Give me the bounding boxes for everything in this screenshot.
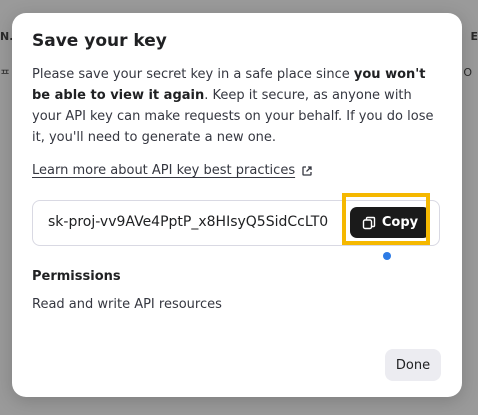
permissions-heading: Permissions [32, 269, 121, 284]
description-text: Please save your secret key in a safe pl… [32, 67, 354, 82]
background-text: ᄑ [0, 68, 11, 81]
save-key-dialog: Save your key Please save your secret ke… [12, 13, 462, 397]
done-button[interactable]: Done [385, 349, 441, 381]
background-text: E [470, 30, 478, 43]
learn-more-link[interactable]: Learn more about API key best practices [32, 163, 313, 178]
background-text: O [463, 66, 472, 79]
learn-more-label: Learn more about API key best practices [32, 163, 296, 178]
dialog-description: Please save your secret key in a safe pl… [32, 64, 437, 148]
dialog-title: Save your key [32, 31, 167, 51]
external-link-icon [302, 165, 312, 176]
permissions-value: Read and write API resources [32, 297, 222, 312]
copy-highlight-box [342, 193, 430, 245]
secret-key-value[interactable]: sk-proj-vv9AVe4PptP_x8HIsyQ5SidCcLT0 [48, 214, 348, 230]
cursor-indicator-dot [383, 252, 391, 260]
